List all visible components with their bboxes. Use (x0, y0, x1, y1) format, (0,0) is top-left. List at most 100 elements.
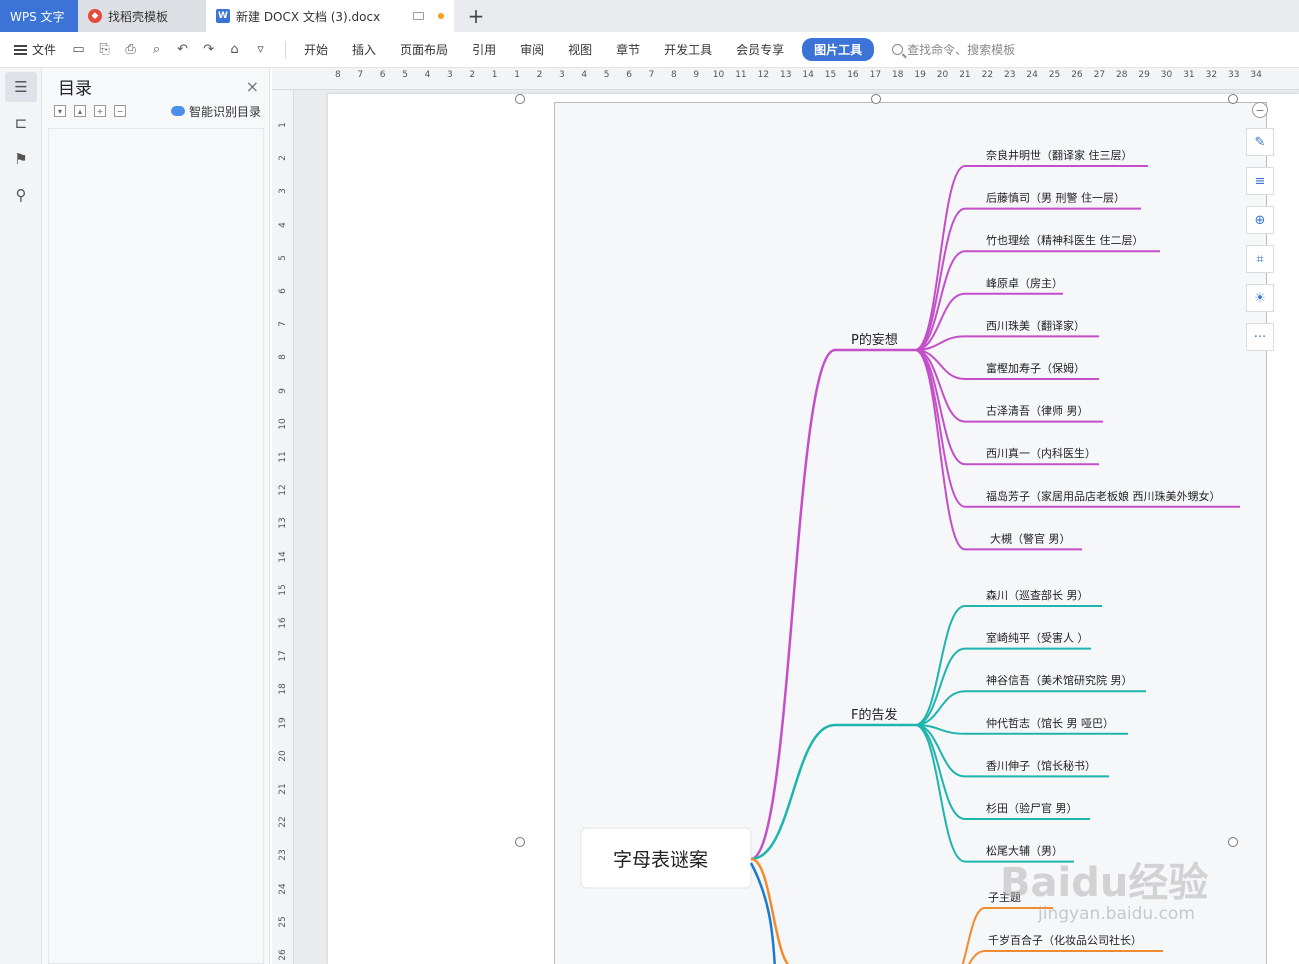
ruler-number: 14 (802, 70, 814, 80)
menu-item-developer[interactable]: 开发工具 (652, 41, 724, 58)
save-icon[interactable]: ▭ (70, 41, 87, 58)
ruler-number: 28 (1116, 70, 1128, 80)
leaf-label: 大槻（警官 男） (990, 531, 1071, 545)
toc-title: 目录 (58, 78, 92, 99)
ruler-number: 12 (278, 484, 288, 496)
root-node-label: 字母表谜案 (613, 849, 708, 871)
resize-handle-top-right[interactable] (1228, 94, 1238, 104)
ruler-number: 9 (693, 70, 700, 80)
demote-level-icon[interactable]: − (114, 105, 126, 117)
edit-image-icon[interactable]: ✎ (1246, 128, 1274, 156)
leaf-connector (961, 907, 986, 964)
ruler-number: 6 (278, 288, 288, 294)
more-icon[interactable]: ··· (1246, 323, 1274, 351)
ruler-number: 13 (780, 70, 792, 80)
expand-all-icon[interactable]: ▾ (54, 105, 66, 117)
lightbulb-icon[interactable]: ☀ (1246, 284, 1274, 312)
ruler-number: 7 (278, 321, 288, 328)
close-icon[interactable]: × (246, 77, 259, 96)
wrap-text-icon[interactable]: ≡ (1246, 167, 1274, 195)
collapse-all-icon[interactable]: ▴ (74, 105, 86, 117)
leaf-label: 福岛芳子（家居用品店老板娘 西川珠美外甥女） (986, 489, 1221, 503)
menu-item-references[interactable]: 引用 (460, 41, 508, 58)
ruler-number: 27 (1093, 70, 1106, 80)
tab-label: WPS 文字 (10, 9, 65, 24)
leaf-connector (914, 349, 966, 551)
leaf-label: 仲代哲志（馆长 男 哑巴） (986, 716, 1114, 730)
branch-connector-blue (749, 862, 776, 964)
ruler-number: 12 (757, 70, 770, 80)
search-nav-icon[interactable]: ⚲ (5, 180, 37, 210)
menu-item-home[interactable]: 开始 (292, 41, 340, 58)
monitor-icon[interactable] (413, 12, 424, 20)
ruler-number: 19 (278, 716, 288, 729)
leaf-label: 千岁百合子（化妆品公司社长） (988, 933, 1142, 947)
resize-handle-top[interactable] (871, 94, 881, 104)
toc-list (48, 128, 264, 964)
menu-item-insert[interactable]: 插入 (340, 41, 388, 58)
toolbar-divider (285, 40, 287, 59)
ruler-number: 23 (1004, 70, 1016, 80)
new-tab-button[interactable]: + (454, 0, 498, 32)
command-search[interactable]: 查找命令、搜索模板 (892, 41, 1015, 58)
ruler-number: 21 (959, 70, 971, 80)
branch-label: F的告发 (851, 707, 897, 723)
horizontal-ruler[interactable]: 8 7 6 5 4 3 2 1 1 2 3 4 5 6 7 8 9 10 11 12 13 14 15 16 17 18 19 20 2… (272, 68, 1299, 90)
ruler-number: 2 (536, 70, 543, 80)
ruler-number: 29 (1138, 70, 1150, 80)
menu-item-member[interactable]: 会员专享 (724, 41, 796, 58)
quick-access-toolbar: ▭ ⎘ ⎙ ⌕ ↶ ↷ ⌂ ▿ (70, 41, 279, 58)
chevron-down-icon[interactable]: ▿ (252, 41, 269, 58)
ruler-number: 13 (278, 517, 288, 530)
resize-handle-left[interactable] (515, 837, 525, 847)
resize-handle-top-left[interactable] (515, 94, 525, 104)
ruler-number: 25 (278, 916, 288, 928)
leaf-connector (914, 724, 966, 863)
leaf-connector (914, 250, 966, 351)
print-preview-icon[interactable]: ⌕ (148, 41, 165, 58)
toc-tools: ▾ ▴ + − 智能识别目录 (42, 100, 269, 122)
promote-level-icon[interactable]: + (94, 105, 106, 117)
menu-item-view[interactable]: 视图 (556, 41, 604, 58)
ruler-number: 16 (278, 617, 288, 629)
ruler-number: 20 (936, 70, 949, 80)
toc-nav-icon[interactable]: ☰ (5, 72, 37, 102)
tab-label: 找稻壳模板 (108, 9, 169, 24)
ruler-number: 7 (648, 70, 655, 80)
export-pdf-icon[interactable]: ⎘ (96, 41, 113, 58)
zoom-in-icon[interactable]: ⊕ (1246, 206, 1274, 234)
ruler-number: 10 (712, 70, 725, 80)
resize-handle-right[interactable] (1228, 837, 1238, 847)
file-menu[interactable]: 文件 (0, 41, 70, 58)
tab-template-store[interactable]: ◆ 找稻壳模板 (78, 0, 206, 32)
menu-item-review[interactable]: 审阅 (508, 41, 556, 58)
ruler-number: 1 (514, 70, 520, 80)
command-search-placeholder: 查找命令、搜索模板 (907, 43, 1016, 57)
tab-wps-writer[interactable]: WPS 文字 (0, 0, 78, 32)
menu-item-layout[interactable]: 页面布局 (388, 41, 460, 58)
ruler-number: 5 (402, 70, 408, 80)
bookmark-icon[interactable]: ⚑ (5, 144, 37, 174)
leaf-label: 西川珠美（翻译家） (986, 318, 1085, 332)
leaf-label: 奈良井明世（翻译家 住三层） (986, 148, 1133, 162)
ruler-number: 22 (278, 816, 288, 828)
undo-icon[interactable]: ↶ (174, 41, 191, 58)
format-painter-icon[interactable]: ⌂ (226, 41, 243, 58)
ruler-number: 19 (914, 70, 926, 80)
collapse-icon[interactable]: − (1252, 102, 1268, 118)
toc-header: 目录 × (42, 68, 269, 100)
smart-toc-button[interactable]: 智能识别目录 (170, 103, 261, 120)
vertical-ruler[interactable]: 1 2 3 4 5 6 7 8 9 10 11 12 13 14 15 16 17 18 19 20 21 22 23 24 2… (272, 90, 294, 964)
ruler-number: 1 (278, 122, 288, 128)
redo-icon[interactable]: ↷ (200, 41, 217, 58)
file-menu-label: 文件 (32, 43, 57, 57)
print-icon[interactable]: ⎙ (122, 41, 139, 58)
chapter-nav-icon[interactable]: ⊏ (5, 108, 37, 138)
ruler-number: 4 (424, 70, 431, 80)
tab-document[interactable]: W 新建 DOCX 文档 (3).docx (206, 0, 454, 32)
ruler-number: 17 (278, 650, 288, 662)
mindmap-image[interactable]: 字母表谜案 P的妄想 奈良井明世（翻译家 住三层） 后藤慎司（男 刑警 住一层） 竹也理… (554, 102, 1267, 964)
menu-item-section[interactable]: 章节 (604, 41, 652, 58)
crop-icon[interactable]: ⌗ (1246, 245, 1274, 273)
menu-item-picture-tools[interactable]: 图片工具 (802, 38, 875, 61)
